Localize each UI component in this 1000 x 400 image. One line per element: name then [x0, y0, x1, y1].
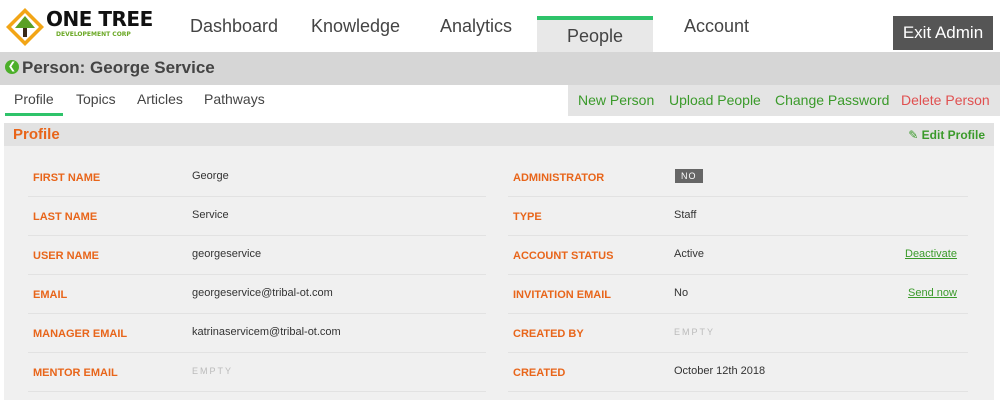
nav-analytics[interactable]: Analytics: [440, 16, 512, 52]
field-label: MANAGER EMAIL: [33, 328, 128, 340]
nav-people[interactable]: People: [537, 16, 653, 52]
exit-admin-button[interactable]: Exit Admin: [893, 16, 993, 50]
subtab-bar: Profile Topics Articles Pathways New Per…: [0, 85, 1000, 118]
field-administrator: ADMINISTRATOR NO: [508, 158, 968, 197]
field-value: Active: [674, 248, 704, 260]
field-value-empty: EMPTY: [192, 366, 234, 376]
field-email: EMAIL georgeservice@tribal-ot.com: [28, 275, 486, 314]
field-label: ACCOUNT STATUS: [513, 250, 614, 262]
field-mentor-email: MENTOR EMAIL EMPTY: [28, 353, 486, 392]
field-label: USER NAME: [33, 250, 100, 262]
field-value-empty: EMPTY: [674, 327, 716, 337]
deactivate-link[interactable]: Deactivate: [905, 248, 957, 260]
back-arrow-icon[interactable]: ❮: [5, 60, 19, 74]
edit-profile-label: Edit Profile: [921, 128, 985, 142]
page-title: Person: George Service: [22, 58, 215, 77]
field-first-name: FIRST NAME George: [28, 158, 486, 197]
field-label: CREATED BY: [513, 328, 584, 340]
nav-knowledge[interactable]: Knowledge: [311, 16, 400, 52]
field-created-by: CREATED BY EMPTY: [508, 314, 968, 353]
field-value: katrinaservicem@tribal-ot.com: [192, 326, 341, 338]
field-label: INVITATION EMAIL: [513, 289, 611, 301]
brand-tagline: DEVELOPEMENT CORP: [56, 31, 131, 38]
tab-topics[interactable]: Topics: [76, 91, 116, 107]
person-actions: New Person Upload People Change Password…: [568, 85, 1000, 116]
field-label: FIRST NAME: [33, 172, 101, 184]
field-label: ADMINISTRATOR: [513, 172, 605, 184]
field-user-name: USER NAME georgeservice: [28, 236, 486, 275]
tab-profile[interactable]: Profile: [5, 91, 63, 116]
edit-profile-button[interactable]: ✎ Edit Profile: [908, 128, 985, 142]
field-label: CREATED: [513, 367, 566, 379]
tab-pathways[interactable]: Pathways: [204, 91, 265, 107]
field-value: Staff: [674, 209, 697, 221]
field-value: No: [674, 287, 689, 299]
field-label: MENTOR EMAIL: [33, 367, 118, 379]
tab-articles[interactable]: Articles: [137, 91, 183, 107]
change-password-button[interactable]: Change Password: [775, 92, 889, 108]
field-account-status: ACCOUNT STATUS Active Deactivate: [508, 236, 968, 275]
field-invitation-email: INVITATION EMAIL No Send now: [508, 275, 968, 314]
send-now-link[interactable]: Send now: [908, 287, 957, 299]
field-value: October 12th 2018: [674, 365, 766, 377]
profile-heading: Profile: [13, 126, 60, 143]
pencil-icon: ✎: [908, 128, 919, 142]
field-manager-email: MANAGER EMAIL katrinaservicem@tribal-ot.…: [28, 314, 486, 353]
tree-logo-icon: [6, 8, 44, 46]
field-value: georgeservice@tribal-ot.com: [192, 287, 333, 299]
field-last-name: LAST NAME Service: [28, 197, 486, 236]
logo[interactable]: ONE TREE DEVELOPEMENT CORP: [4, 6, 154, 48]
upload-people-button[interactable]: Upload People: [669, 92, 761, 108]
person-header: ❮ Person: George Service: [0, 52, 1000, 85]
top-navigation: ONE TREE DEVELOPEMENT CORP Dashboard Kno…: [0, 0, 1000, 52]
delete-person-button[interactable]: Delete Person: [901, 92, 990, 108]
field-value: George: [192, 170, 229, 182]
profile-panel-header: Profile ✎ Edit Profile: [4, 123, 994, 146]
field-value: Service: [192, 209, 229, 221]
field-label: EMAIL: [33, 289, 68, 301]
new-person-button[interactable]: New Person: [578, 92, 654, 108]
nav-account[interactable]: Account: [684, 16, 749, 52]
field-type: TYPE Staff: [508, 197, 968, 236]
profile-panel: Profile ✎ Edit Profile FIRST NAME George…: [4, 123, 994, 400]
field-value: georgeservice: [192, 248, 262, 260]
brand-name: ONE TREE: [46, 7, 153, 31]
field-label: TYPE: [513, 211, 542, 223]
field-label: LAST NAME: [33, 211, 98, 223]
field-created: CREATED October 12th 2018: [508, 353, 968, 392]
status-badge: NO: [675, 169, 703, 183]
nav-dashboard[interactable]: Dashboard: [190, 16, 278, 52]
